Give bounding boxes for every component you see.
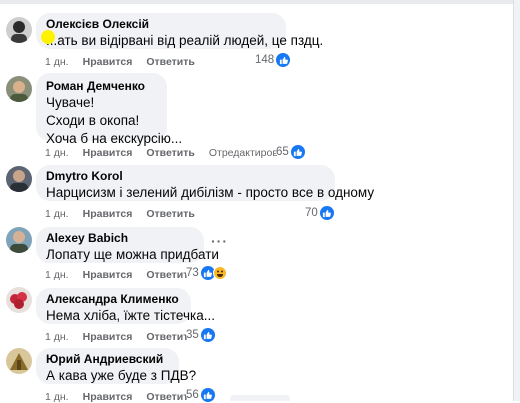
like-button[interactable]: Нравится <box>83 56 133 68</box>
reaction-summary[interactable]: 65 <box>276 145 305 159</box>
like-button[interactable]: Нравится <box>83 269 133 281</box>
previous-content-strip <box>0 0 520 4</box>
cursor-highlight <box>41 30 55 44</box>
comment-bubble: Dmytro Korol Нарцисизм і зелений дибіліз… <box>36 165 375 201</box>
reaction-count: 148 <box>255 54 275 66</box>
comment-actions: 1 дн. Нравится Ответить <box>45 208 195 220</box>
thumbs-up-icon <box>200 328 215 342</box>
more-options-icon[interactable]: ··· <box>211 233 228 249</box>
reaction-count: 70 <box>305 207 318 219</box>
reaction-count: 65 <box>276 146 289 158</box>
comment-time[interactable]: 1 дн. <box>45 269 69 281</box>
reaction-summary[interactable]: 35 <box>186 328 215 342</box>
haha-icon <box>212 266 227 280</box>
reply-button[interactable]: Ответить <box>146 56 195 68</box>
reaction-summary[interactable]: 148 <box>255 53 291 67</box>
reaction-summary[interactable]: 56 <box>186 388 215 402</box>
like-button[interactable]: Нравится <box>83 391 133 403</box>
comment-author[interactable]: Alexey Babich <box>46 231 194 246</box>
avatar-photo-icon <box>6 166 32 192</box>
comment-bubble: Alexey Babich Лопату ще можна придбати <box>36 227 219 263</box>
comment-time[interactable]: 1 дн. <box>45 56 69 68</box>
comment-text: А кава уже буде з ПДВ? <box>46 368 197 383</box>
thumbs-up-icon <box>319 206 334 220</box>
comment-bubble: Олексієв Олексій ...ать ви відірвані від… <box>36 13 324 49</box>
thumbs-up-icon <box>290 145 305 159</box>
comment-actions: 1 дн. Нравится Ответить <box>45 391 195 403</box>
thumbs-up-icon <box>200 388 215 402</box>
comment-text: Лопату ще можна придбати <box>46 247 219 262</box>
comment-time[interactable]: 1 дн. <box>45 391 69 403</box>
comment-time[interactable]: 1 дн. <box>45 147 69 159</box>
reaction-count: 56 <box>186 389 199 401</box>
avatar[interactable] <box>6 76 32 102</box>
comment-text: Хоча б на екскурсію... <box>46 131 183 146</box>
comment-time[interactable]: 1 дн. <box>45 331 69 343</box>
avatar[interactable] <box>6 166 32 192</box>
thumbs-up-icon <box>276 53 291 67</box>
comment-actions: 1 дн. Нравится Ответить <box>45 56 195 68</box>
avatar-photo-icon <box>6 76 32 102</box>
comment-text: Чуваче! <box>46 95 95 110</box>
comment-text: Сходи в окопа! <box>46 113 140 128</box>
comment-actions: 1 дн. Нравится Ответить <box>45 269 195 281</box>
comment-text: ...ать ви відірвані від реалій людей, це… <box>46 33 324 48</box>
comment-bubble: Роман Демченко Чуваче! Сходи в окопа! Хо… <box>36 73 182 146</box>
reaction-summary[interactable]: 73 <box>186 266 227 280</box>
comment-text: Нема хліба, їжте тістечка... <box>46 308 215 323</box>
next-content-hint <box>230 395 290 401</box>
comment-author[interactable]: Олексієв Олексій <box>46 17 276 32</box>
like-button[interactable]: Нравится <box>83 331 133 343</box>
comment-author[interactable]: Юрий Андриевский <box>46 352 169 367</box>
avatar[interactable] <box>6 348 32 374</box>
comment-bubble: Юрий Андриевский А кава уже буде з ПДВ? <box>36 348 197 384</box>
comment-time[interactable]: 1 дн. <box>45 208 69 220</box>
comment-actions: 1 дн. Нравится Ответить <box>45 331 195 343</box>
like-button[interactable]: Нравится <box>83 208 133 220</box>
scrollbar-track[interactable] <box>514 0 520 401</box>
avatar-photo-icon <box>6 348 32 374</box>
comment-author[interactable]: Роман Демченко <box>46 79 157 94</box>
avatar[interactable] <box>6 227 32 253</box>
comment-bubble: Александра Клименко Нема хліба, їжте тіс… <box>36 288 215 324</box>
avatar[interactable] <box>6 17 32 43</box>
reaction-count: 73 <box>186 267 199 279</box>
comment-actions: 1 дн. Нравится Ответить Отредактировано <box>45 147 295 159</box>
avatar-photo-icon <box>6 227 32 253</box>
avatar-photo-icon <box>6 17 32 43</box>
comment-text: Нарцисизм і зелений дибілізм - просто вс… <box>46 185 375 200</box>
like-button[interactable]: Нравится <box>83 147 133 159</box>
reaction-summary[interactable]: 70 <box>305 206 334 220</box>
avatar-photo-icon <box>6 287 32 313</box>
avatar[interactable] <box>6 287 32 313</box>
comment-author[interactable]: Александра Клименко <box>46 292 181 307</box>
reaction-count: 35 <box>186 329 199 341</box>
reply-button[interactable]: Ответить <box>146 147 195 159</box>
comment-author[interactable]: Dmytro Korol <box>46 169 325 184</box>
reply-button[interactable]: Ответить <box>146 208 195 220</box>
